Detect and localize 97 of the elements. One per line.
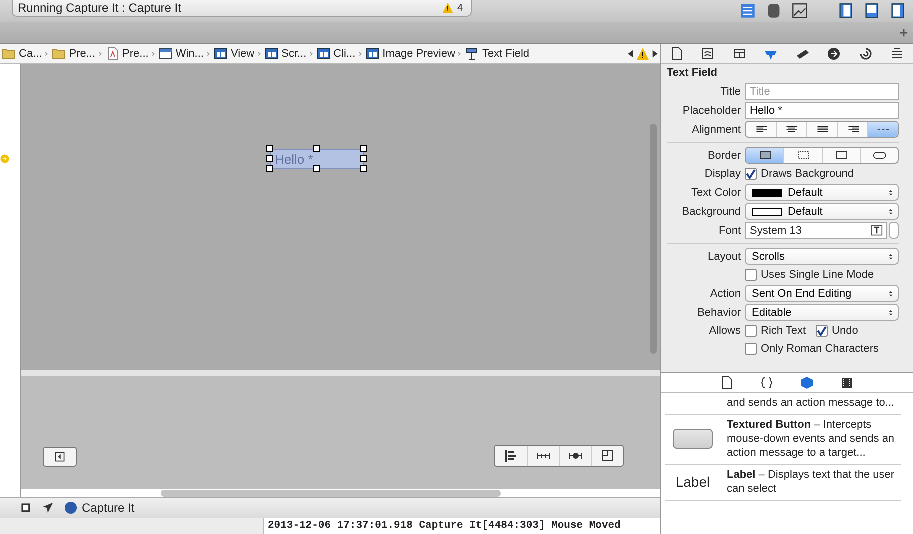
folder-icon: [2, 46, 16, 60]
toggle-button[interactable]: [43, 447, 77, 467]
bottom-panel-icon: [863, 3, 881, 19]
library-description: Textured Button – Intercepts mouse-down events and sends an action message to a target...: [727, 418, 896, 460]
breadcrumb-item[interactable]: Pre...: [104, 46, 151, 60]
library-description: Label – Displays text that the user can select: [727, 468, 896, 496]
view-icon: [316, 46, 331, 60]
updown-arrows-icon: [888, 206, 894, 216]
breadcrumb-item[interactable]: View: [212, 46, 257, 60]
updown-arrows-icon: [888, 252, 894, 262]
braces-icon: [760, 376, 774, 390]
left-panel-icon: [837, 3, 855, 19]
popup-button[interactable]: Default: [745, 203, 899, 220]
stack-icon: [890, 46, 904, 60]
rounded-border-icon: [871, 150, 888, 162]
property-label: Allows: [708, 325, 741, 337]
resize-handle[interactable]: [313, 145, 320, 152]
checkbox[interactable]: [745, 269, 757, 281]
film-icon: [840, 376, 854, 390]
warning-icon: [636, 46, 650, 60]
sidebar-icon: [54, 451, 66, 463]
property-label: Display: [704, 168, 741, 180]
add-icon: [899, 28, 909, 38]
popup-button[interactable]: Default: [745, 184, 899, 201]
target-label[interactable]: Capture It: [82, 501, 135, 515]
checkbox[interactable]: [745, 168, 757, 180]
view-icon: [264, 46, 279, 60]
folder-icon: [52, 46, 66, 60]
breadcrumb-item[interactable]: Cli...: [314, 46, 358, 60]
scrollbar[interactable]: [650, 124, 657, 354]
document-icon: [670, 46, 684, 60]
list-icon: [739, 3, 757, 19]
spiral-icon: [858, 46, 873, 60]
library-description: and sends an action message to...: [727, 396, 896, 410]
lines-icon: [701, 46, 716, 60]
view-icon: [214, 46, 228, 60]
checkbox[interactable]: [745, 343, 757, 355]
location-arrow-icon: [42, 502, 54, 514]
breadcrumb-item[interactable]: Text Field: [463, 46, 532, 60]
checkmark-icon: [746, 169, 756, 179]
document-icon: [720, 376, 734, 390]
console-line: 2013-12-06 17:37:01.918 Capture It[4484:303] Mouse Moved: [268, 520, 621, 532]
frame-icon: [20, 502, 32, 514]
breadcrumb-item[interactable]: Scr...: [262, 46, 309, 60]
checkbox[interactable]: [745, 325, 757, 337]
label-preview: Label: [674, 474, 712, 490]
section-title: Text Field: [667, 67, 719, 79]
property-label: Placeholder: [682, 104, 741, 116]
warning-icon: [442, 2, 454, 14]
right-panel-icon: [889, 3, 907, 19]
checkbox-label: Draws Background: [761, 168, 854, 180]
updown-arrows-icon: [888, 288, 894, 298]
updown-arrows-icon: [888, 308, 894, 318]
breadcrumb-item[interactable]: Win...: [156, 46, 206, 60]
scrollbar[interactable]: [161, 490, 501, 496]
popup-button[interactable]: Scrolls: [745, 248, 899, 265]
checkmark-icon: [817, 326, 828, 336]
property-label: Layout: [706, 250, 741, 262]
frame-icon: [600, 449, 614, 463]
property-label: Title: [720, 86, 741, 98]
property-label: Font: [718, 224, 741, 236]
popup-button[interactable]: Editable: [745, 304, 899, 321]
property-label: Behavior: [696, 306, 741, 318]
checkbox-label: Uses Single Line Mode: [761, 269, 874, 281]
status-text: Running Capture It : Capture It: [18, 1, 182, 15]
property-label: Action: [709, 288, 741, 300]
cube-icon: [800, 376, 814, 390]
arrow-circle-icon: [827, 46, 842, 60]
popup-button[interactable]: Sent On End Editing: [745, 285, 899, 302]
updown-arrows-icon: [888, 188, 894, 198]
app-icon: [64, 501, 78, 515]
checkbox-label: Only Roman Characters: [761, 343, 879, 355]
resize-handle[interactable]: [313, 165, 320, 172]
font-field[interactable]: System 13: [745, 222, 887, 239]
property-label: Text Color: [690, 186, 741, 198]
breadcrumb-item[interactable]: Image Preview: [364, 46, 458, 60]
text-field-icon: [465, 46, 480, 60]
text-input[interactable]: Title: [745, 83, 899, 100]
property-label: Background: [681, 206, 741, 218]
warning-count: 4: [457, 2, 463, 14]
checkbox-label: Undo: [832, 325, 858, 337]
breadcrumb-item[interactable]: Ca...: [0, 46, 44, 60]
checkbox-label: Rich Text: [761, 325, 806, 337]
property-label: Border: [706, 150, 741, 162]
chart-icon: [791, 3, 809, 19]
segment-button[interactable]: [746, 148, 784, 163]
window-icon: [158, 46, 173, 60]
panel-icon: [732, 46, 747, 60]
font-icon: [870, 224, 884, 236]
property-label: Alignment: [691, 124, 741, 136]
breadcrumb-item[interactable]: Pre...: [50, 46, 98, 60]
view-icon: [366, 46, 380, 60]
align-icon: [504, 449, 518, 463]
text-input[interactable]: Hello *: [745, 102, 899, 119]
checkbox[interactable]: [816, 325, 828, 337]
textured-button-preview: [673, 429, 713, 449]
document-icon: [106, 46, 120, 60]
